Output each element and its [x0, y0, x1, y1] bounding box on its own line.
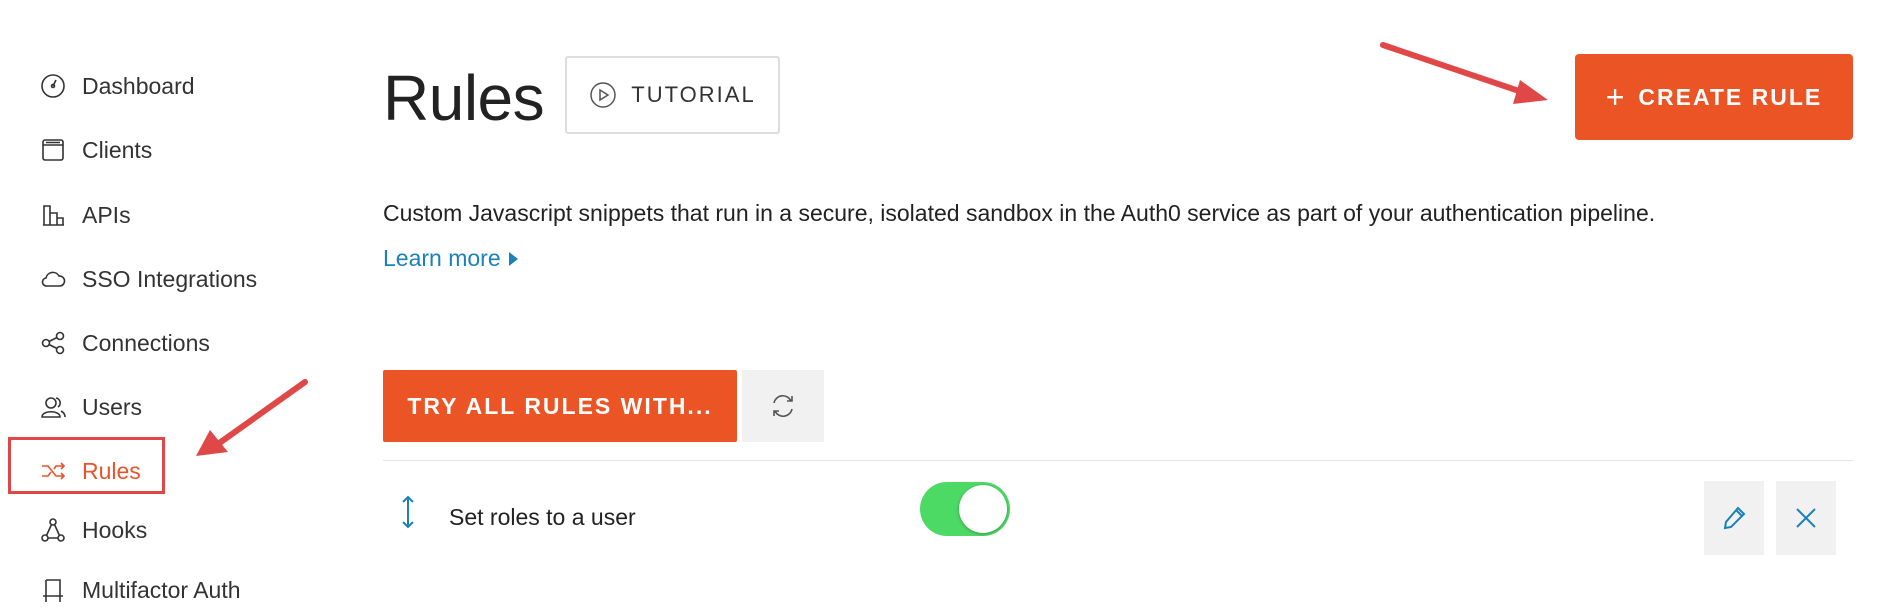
sidebar-item-label: Hooks [82, 516, 148, 543]
sidebar: Dashboard Clients APIs SSO Integrations … [0, 0, 340, 603]
sidebar-item-label: APIs [82, 201, 131, 228]
sidebar-item-label: Dashboard [82, 72, 195, 99]
sidebar-item-connections[interactable]: Connections [38, 323, 210, 363]
sidebar-item-multifactor-auth[interactable]: Multifactor Auth [38, 570, 241, 610]
annotation-arrow-create-rule [1380, 42, 1548, 104]
tutorial-button[interactable]: TUTORIAL [565, 56, 780, 134]
gauge-icon [38, 71, 68, 101]
sidebar-item-label: Users [82, 393, 143, 420]
sidebar-item-label: Multifactor Auth [82, 576, 241, 603]
share-nodes-icon [38, 328, 68, 358]
users-icon [38, 392, 68, 422]
sidebar-item-sso-integrations[interactable]: SSO Integrations [38, 259, 257, 299]
window-icon [38, 135, 68, 165]
learn-more-label: Learn more [383, 245, 501, 271]
bookmark-icon [38, 575, 68, 605]
pencil-icon [1723, 506, 1746, 530]
plus-icon: + [1605, 79, 1627, 115]
rule-name: Set roles to a user [449, 504, 636, 530]
rule-enabled-toggle[interactable] [920, 482, 1010, 536]
shuffle-icon [38, 456, 68, 486]
cloud-icon [38, 264, 68, 294]
sidebar-item-apis[interactable]: APIs [38, 195, 131, 235]
sidebar-item-rules[interactable]: Rules [38, 451, 141, 491]
edit-rule-button[interactable] [1704, 481, 1764, 555]
sidebar-item-dashboard[interactable]: Dashboard [38, 66, 195, 106]
delete-rule-button[interactable] [1776, 481, 1836, 555]
drag-handle-icon[interactable] [398, 495, 418, 529]
play-circle-icon [590, 82, 617, 108]
sidebar-item-users[interactable]: Users [38, 387, 142, 427]
close-icon [1796, 508, 1816, 528]
rule-row: Set roles to a user [383, 461, 1853, 595]
page-title: Rules [383, 62, 545, 134]
sidebar-item-label: Clients [82, 136, 153, 163]
try-all-rules-button[interactable]: TRY ALL RULES WITH... [383, 370, 737, 442]
refresh-icon [773, 395, 793, 417]
page-description: Custom Javascript snippets that run in a… [383, 200, 1656, 226]
create-rule-label: CREATE RULE [1638, 83, 1823, 110]
sidebar-item-label: Rules [82, 457, 141, 484]
sidebar-item-label: Connections [82, 329, 210, 356]
tutorial-label: TUTORIAL [631, 82, 756, 107]
sidebar-item-clients[interactable]: Clients [38, 130, 152, 170]
refresh-button[interactable] [742, 370, 824, 442]
sidebar-item-hooks[interactable]: Hooks [38, 510, 147, 550]
caret-right-icon [508, 251, 518, 266]
create-rule-button[interactable]: + CREATE RULE [1575, 54, 1853, 140]
hook-nodes-icon [38, 515, 68, 545]
building-icon [38, 200, 68, 230]
learn-more-link[interactable]: Learn more [383, 245, 518, 272]
toggle-knob [959, 485, 1007, 533]
sidebar-item-label: SSO Integrations [82, 265, 258, 292]
